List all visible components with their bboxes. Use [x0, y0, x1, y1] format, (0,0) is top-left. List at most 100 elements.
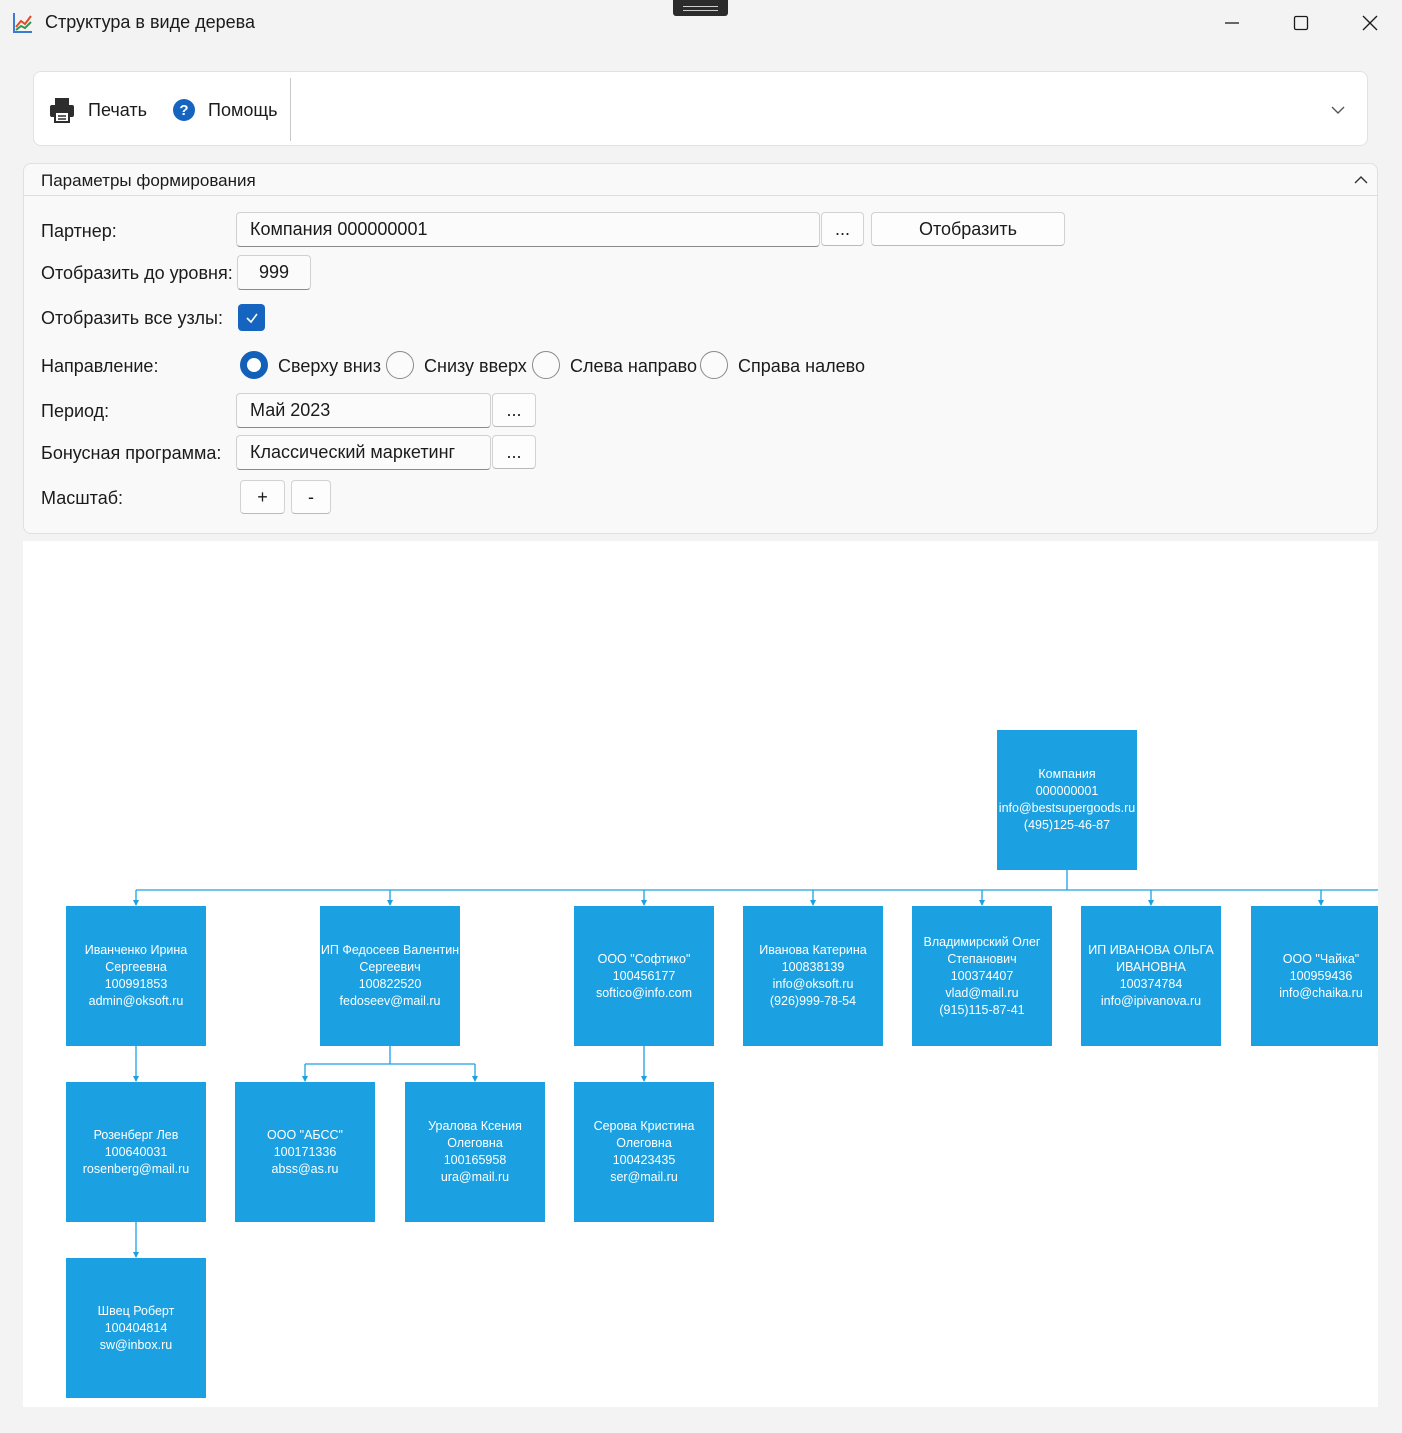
tree-node-line: 100171336	[273, 1144, 337, 1159]
period-browse-button[interactable]: ...	[492, 393, 536, 427]
help-button[interactable]: ? Помощь	[172, 90, 278, 130]
radio-right-left-label[interactable]: Справа налево	[738, 356, 865, 377]
all-nodes-checkbox[interactable]	[238, 304, 265, 331]
tree-node-line: info@oksoft.ru	[772, 977, 854, 991]
parameters-panel: Параметры формирования Партнер: Компания…	[23, 163, 1378, 534]
chart-app-icon	[13, 13, 32, 33]
tree-node-line: 100404814	[104, 1320, 168, 1335]
radio-bottom-up[interactable]	[386, 351, 414, 379]
radio-bottom-up-label[interactable]: Снизу вверх	[424, 356, 527, 377]
zoom-in-button[interactable]: +	[240, 480, 285, 514]
tree-node-line: 100165958	[443, 1153, 507, 1167]
bonus-field[interactable]: Классический маркетинг	[236, 435, 491, 470]
maximize-button[interactable]	[1267, 0, 1335, 46]
tree-node-line: (915)115-87-41	[939, 1002, 1025, 1017]
level-label: Отобразить до уровня:	[41, 263, 233, 283]
tree-node-n7[interactable]: ООО "Чайка" 100959436 info@chaika.ru	[1251, 906, 1378, 1046]
tree-node-line: sw@inbox.ru	[99, 1337, 173, 1352]
partner-browse-button[interactable]: ...	[821, 212, 864, 246]
tree-node-line: 100423435	[612, 1153, 676, 1167]
tree-node-line: ИП ИВАНОВА ОЛЬГА	[1088, 943, 1214, 957]
radio-top-down-label[interactable]: Сверху вниз	[278, 356, 381, 377]
tree-node-n3[interactable]: ООО "Софтико" 100456177 softico@info.com	[574, 906, 714, 1046]
bonus-browse-button[interactable]: ...	[492, 435, 536, 469]
level-field[interactable]: 999	[237, 255, 311, 290]
snap-layout-handle[interactable]	[673, 0, 728, 16]
chevron-up-icon[interactable]	[1353, 172, 1369, 188]
chevron-down-icon[interactable]	[1330, 102, 1346, 118]
tree-node-line: Сергеевич	[359, 960, 421, 974]
svg-text:?: ?	[179, 102, 188, 119]
tree-node-line: 100959436	[1289, 968, 1353, 983]
tree-node-n22[interactable]: Уралова Ксения Олеговна 100165958 ura@mail.…	[405, 1082, 545, 1222]
help-label: Помощь	[208, 99, 278, 120]
maximize-icon	[1293, 15, 1309, 31]
tree-node-line: rosenberg@mail.ru	[82, 1161, 190, 1176]
radio-left-right[interactable]	[532, 351, 560, 379]
parameters-header[interactable]: Параметры формирования	[24, 164, 1377, 196]
tree-node-line: 100991853	[104, 977, 168, 991]
scale-label: Масштаб:	[41, 488, 124, 508]
tree-canvas[interactable]: Компания 000000001 info@bestsupergoods.ru (…	[23, 541, 1378, 1407]
help-icon: ?	[173, 99, 195, 121]
tree-node-line: Розенберг Лев	[93, 1127, 179, 1142]
all-nodes-label: Отобразить все узлы:	[41, 308, 223, 328]
tree-node-line: Компания	[1038, 767, 1096, 781]
window-title: Структура в виде дерева	[45, 12, 255, 32]
tree-node-line: ООО "АБСС"	[267, 1127, 343, 1142]
title-bar: Структура в виде дерева	[0, 0, 1402, 48]
tree-node-line: Сергеевна	[105, 960, 167, 974]
tree-node-n6[interactable]: ИП ИВАНОВА ОЛЬГА ИВАНОВНА 100374784 info@ip…	[1081, 906, 1221, 1046]
period-field[interactable]: Май 2023	[236, 393, 491, 428]
tree-node-line: Иванова Катерина	[759, 943, 867, 957]
tree-node-line: vlad@mail.ru	[945, 985, 1019, 1000]
tree-node-line: fedoseev@mail.ru	[339, 994, 441, 1008]
radio-right-left[interactable]	[700, 351, 728, 379]
tree-node-line: 100456177	[612, 968, 676, 983]
tree-node-line: softico@info.com	[595, 985, 693, 1000]
tree-node-line: Уралова Ксения	[428, 1119, 522, 1133]
tree-node-line: 100822520	[358, 977, 422, 991]
parameters-title: Параметры формирования	[41, 171, 256, 190]
tree-node-line: 100374407	[950, 968, 1014, 983]
checkmark-icon	[245, 313, 258, 323]
tree-node-n31[interactable]: Серова Кристина Олеговна 100423435 ser@mail…	[574, 1082, 714, 1222]
radio-left-right-label[interactable]: Слева направо	[570, 356, 697, 377]
tree-node-line: 100640031	[104, 1144, 168, 1159]
zoom-out-button[interactable]: -	[291, 480, 331, 514]
tree-node-line: 000000001	[1035, 784, 1099, 798]
tree-node-line: 100374784	[1119, 977, 1183, 991]
close-button[interactable]	[1336, 0, 1402, 46]
tree-node-n1[interactable]: Иванченко Ирина Сергеевна 100991853 admin@o…	[66, 906, 206, 1046]
tree-node-line: ИП Федосеев Валентин	[320, 943, 460, 957]
partner-field[interactable]: Компания 000000001	[236, 212, 820, 247]
tree-node-n2[interactable]: ИП Федосеев Валентин Сергеевич 100822520 fe…	[320, 906, 460, 1046]
minimize-button[interactable]	[1198, 0, 1266, 46]
tree-node-n5[interactable]: Владимирский Олег Степанович 100374407 vlad…	[912, 906, 1052, 1046]
tree-node-n4[interactable]: Иванова Катерина 100838139 info@oksoft.ru (…	[743, 906, 883, 1046]
tree-node-line: Олеговна	[616, 1136, 672, 1150]
show-button[interactable]: Отобразить	[871, 212, 1065, 246]
tree-node-line: info@ipivanova.ru	[1100, 994, 1202, 1008]
tree-node-line: abss@as.ru	[271, 1161, 339, 1176]
partner-label: Партнер:	[41, 221, 117, 241]
ribbon-separator	[290, 78, 291, 141]
bonus-label: Бонусная программа:	[41, 443, 222, 463]
direction-label: Направление:	[41, 356, 159, 376]
tree-node-line: Степанович	[947, 951, 1017, 966]
ribbon-toolbar: Печать ? Помощь	[33, 71, 1368, 146]
tree-node-line: (926)999-78-54	[769, 994, 857, 1008]
tree-node-line: Владимирский Олег	[923, 934, 1041, 949]
tree-node-line: info@chaika.ru	[1279, 985, 1363, 1000]
tree-node-root[interactable]: Компания 000000001 info@bestsupergoods.ru (…	[997, 730, 1137, 870]
tree-node-n11[interactable]: Розенберг Лев 100640031 rosenberg@mail.ru	[66, 1082, 206, 1222]
close-icon	[1362, 15, 1378, 31]
tree-node-line: info@bestsupergoods.ru	[998, 801, 1136, 815]
tree-node-n21[interactable]: ООО "АБСС" 100171336 abss@as.ru	[235, 1082, 375, 1222]
printer-icon	[50, 98, 74, 123]
tree-node-n111[interactable]: Швец Роберт 100404814 sw@inbox.ru	[66, 1258, 206, 1398]
print-button[interactable]: Печать	[48, 90, 147, 130]
period-label: Период:	[41, 401, 110, 421]
tree-node-line: (495)125-46-87	[1023, 818, 1111, 832]
radio-top-down[interactable]	[240, 351, 268, 379]
